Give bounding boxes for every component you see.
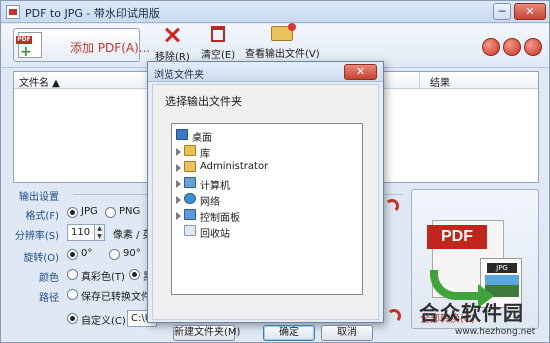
library-icon (184, 145, 196, 156)
view-output-label: 查看输出文件(V) (245, 49, 320, 60)
column-result[interactable]: 结果 (430, 74, 450, 89)
format-png-label: PNG (119, 206, 141, 217)
format-jpg-label: JPG (81, 206, 98, 217)
clear-button[interactable]: 清空(E) (201, 26, 235, 61)
path-label: 路径 (39, 293, 59, 304)
trash-icon (211, 26, 226, 42)
format-label: 格式(F) (25, 211, 59, 222)
dialog-prompt: 选择输出文件夹 (165, 95, 242, 108)
refresh-arrow-icon[interactable] (385, 199, 399, 213)
network-icon (184, 193, 196, 204)
cancel-button[interactable]: 取消 (321, 325, 373, 341)
expand-arrow-icon[interactable] (176, 148, 181, 156)
tree-label-computer: 计算机 (200, 181, 230, 192)
column-filename[interactable]: 文件名 ▲ (19, 74, 60, 89)
color-true-label: 真彩色(T) (81, 272, 125, 283)
watermark-text: 合众软件园 (419, 301, 524, 325)
recycle-bin-icon (184, 225, 196, 236)
tree-label-administrator: Administrator (200, 161, 269, 172)
site-watermark: 合众软件园 www.hezhong.net (419, 297, 549, 343)
user-folder-icon (184, 161, 196, 172)
dialog-title: 浏览文件夹 (154, 70, 204, 81)
rotate-0-label: 0° (81, 248, 93, 259)
help-round-button[interactable] (503, 38, 521, 56)
pdf-file-icon: PDF + (16, 32, 42, 60)
path-save-radio[interactable] (67, 289, 78, 300)
format-png-radio[interactable] (105, 207, 116, 218)
color-label: 颜色 (39, 273, 59, 284)
pdf-tag: PDF (16, 36, 32, 44)
rotate-90-label: 90° (123, 248, 141, 259)
rotate-0-radio[interactable] (67, 249, 78, 260)
format-jpg-radio[interactable] (67, 207, 78, 218)
rotate-90-radio[interactable] (109, 249, 120, 260)
column-divider (419, 72, 420, 89)
expand-arrow-icon[interactable] (176, 212, 181, 220)
view-output-button[interactable]: 查看输出文件(V) (245, 23, 320, 60)
dialog-body: 选择输出文件夹 桌面 库 Administrator 计算机 网络 控制面板 回… (152, 84, 379, 341)
add-pdf-button[interactable]: PDF + 添加 PDF(A)... (13, 28, 150, 62)
expand-arrow-icon[interactable] (176, 164, 181, 172)
dialog-title-bar: 浏览文件夹 ✕ (148, 62, 383, 82)
remove-icon (162, 26, 182, 44)
computer-icon (184, 177, 196, 188)
tree-label-network: 网络 (200, 197, 220, 208)
folder-tree[interactable]: 桌面 库 Administrator 计算机 网络 控制面板 回收站 (171, 123, 363, 295)
control-panel-icon (184, 209, 196, 220)
dialog-close-button[interactable]: ✕ (344, 64, 377, 80)
title-bar: PDF to JPG - 带水印试用版 ─ ✕ (1, 1, 549, 23)
expand-arrow-icon[interactable] (176, 180, 181, 188)
info-round-button[interactable] (524, 38, 542, 56)
path-custom-label: 自定义(C) (81, 316, 126, 327)
new-folder-button[interactable]: 新建文件夹(M) (173, 325, 240, 341)
path-custom-radio[interactable] (67, 313, 78, 324)
desktop-icon (176, 129, 188, 140)
tree-label-library: 库 (200, 149, 210, 160)
jpg-tag: JPG (487, 263, 517, 273)
tree-label-recycle-bin: 回收站 (200, 229, 230, 240)
close-button[interactable]: ✕ (514, 3, 546, 20)
plus-icon: + (20, 44, 32, 60)
ok-button[interactable]: 确定 (263, 325, 315, 341)
browse-folder-dialog: 浏览文件夹 ✕ 选择输出文件夹 桌面 库 Administrator 计算机 网… (147, 61, 384, 341)
minimize-button[interactable]: ─ (493, 3, 511, 20)
window-title: PDF to JPG - 带水印试用版 (25, 7, 160, 20)
remove-button[interactable]: 移除(R) (155, 26, 190, 63)
expand-arrow-icon[interactable] (176, 196, 181, 204)
pdf-big-tag: PDF (427, 225, 487, 249)
dpi-input[interactable]: 110 (67, 224, 95, 241)
tree-label-desktop: 桌面 (192, 133, 212, 144)
color-true-radio[interactable] (67, 269, 78, 280)
settings-round-button[interactable] (482, 38, 500, 56)
tree-label-control-panel: 控制面板 (200, 213, 240, 224)
color-bw-radio[interactable] (129, 269, 140, 280)
watermark-url: www.hezhong.net (455, 327, 536, 337)
pdf-to-jpg-window: PDF to JPG - 带水印试用版 ─ ✕ PDF + 添加 PDF(A).… (0, 0, 550, 343)
dpi-stepper[interactable]: ▲ ▼ (95, 224, 105, 241)
clear-label: 清空(E) (201, 50, 236, 61)
rotate-label: 旋转(O) (23, 253, 59, 264)
dpi-label: 分辨率(S) (14, 231, 59, 242)
add-pdf-label: 添加 PDF(A)... (70, 41, 151, 55)
browse-arrow-icon[interactable] (387, 309, 401, 323)
settings-group-title: 输出设置 (19, 192, 59, 203)
folder-icon (271, 23, 297, 41)
app-icon (6, 5, 20, 19)
